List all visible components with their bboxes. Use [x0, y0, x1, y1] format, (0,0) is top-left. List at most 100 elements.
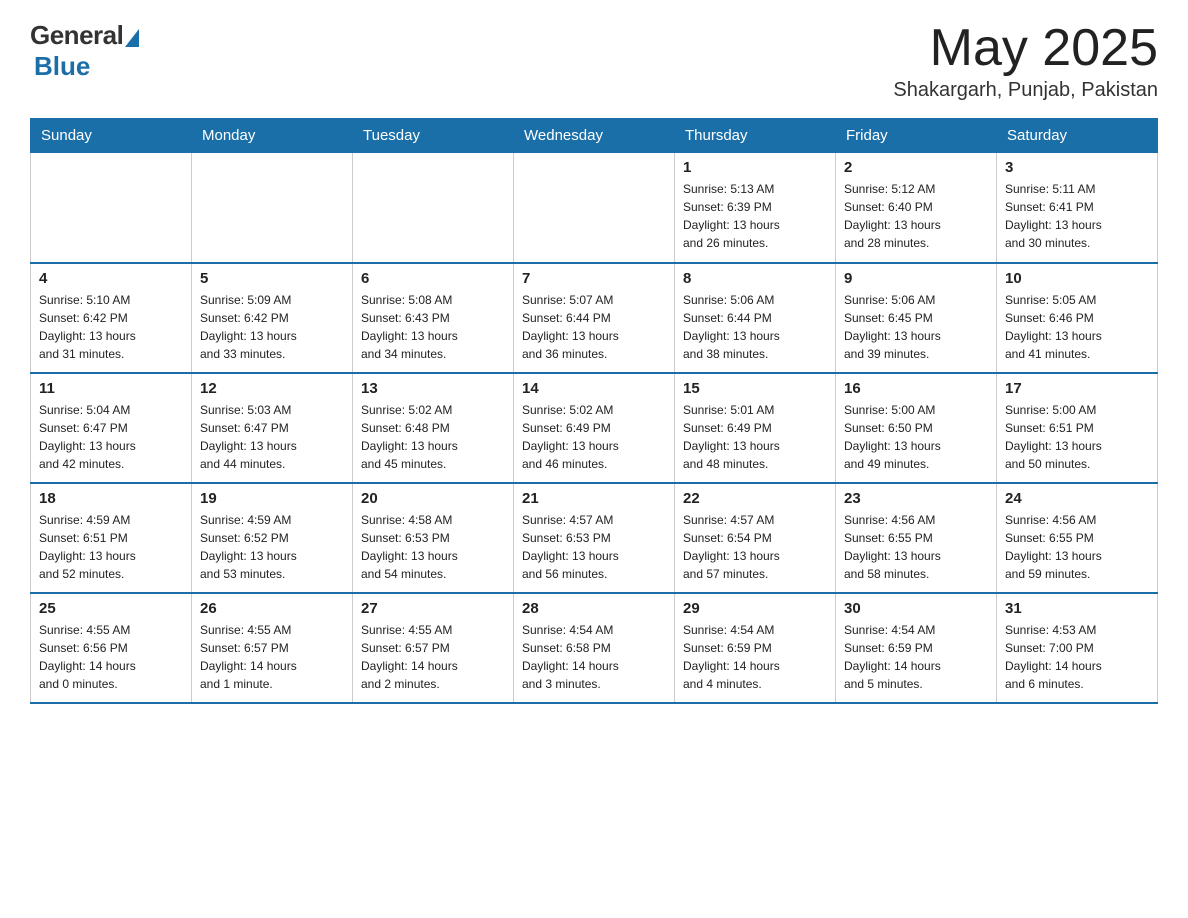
calendar-week-2: 4Sunrise: 5:10 AM Sunset: 6:42 PM Daylig… — [31, 263, 1158, 373]
calendar-cell: 27Sunrise: 4:55 AM Sunset: 6:57 PM Dayli… — [353, 593, 514, 703]
calendar-week-5: 25Sunrise: 4:55 AM Sunset: 6:56 PM Dayli… — [31, 593, 1158, 703]
day-info: Sunrise: 4:56 AM Sunset: 6:55 PM Dayligh… — [1005, 511, 1149, 583]
calendar-cell: 17 Sunrise: 5:00 AM Sunset: 6:51 PM Dayli… — [997, 373, 1158, 483]
location-title: Shakargarh, Punjab, Pakistan — [893, 79, 1158, 102]
calendar-cell: 14 Sunrise: 5:02 AM Sunset: 6:49 PM Dayli… — [514, 373, 675, 483]
day-info: Sunrise: 5:03 AM Sunset: 6:47 PM Dayligh… — [200, 401, 344, 473]
calendar-cell: 13Sunrise: 5:02 AM Sunset: 6:48 PM Dayli… — [353, 373, 514, 483]
calendar-cell: 8 Sunrise: 5:06 AM Sunset: 6:44 PM Daylig… — [675, 263, 836, 373]
calendar-cell: 31Sunrise: 4:53 AM Sunset: 7:00 PM Dayli… — [997, 593, 1158, 703]
day-info: Sunrise: 5:02 AM Sunset: 6:48 PM Dayligh… — [361, 401, 505, 473]
calendar-cell: 3Sunrise: 5:11 AM Sunset: 6:41 PM Daylig… — [997, 153, 1158, 263]
calendar-cell: 22 Sunrise: 4:57 AM Sunset: 6:54 PM Dayli… — [675, 483, 836, 593]
calendar-cell: 20 Sunrise: 4:58 AM Sunset: 6:53 PM Dayli… — [353, 483, 514, 593]
header-saturday: Saturday — [997, 119, 1158, 153]
calendar-cell: 18 Sunrise: 4:59 AM Sunset: 6:51 PM Dayli… — [31, 483, 192, 593]
day-number: 3 — [1005, 159, 1149, 176]
day-info: Sunrise: 4:54 AM Sunset: 6:58 PM Dayligh… — [522, 621, 666, 693]
day-info: Sunrise: 5:09 AM Sunset: 6:42 PM Dayligh… — [200, 291, 344, 363]
calendar-cell: 15 Sunrise: 5:01 AM Sunset: 6:49 PM Dayli… — [675, 373, 836, 483]
day-number: 2 — [844, 159, 988, 176]
calendar-cell: 21 Sunrise: 4:57 AM Sunset: 6:53 PM Dayli… — [514, 483, 675, 593]
day-number: 6 — [361, 270, 505, 287]
calendar-cell: 19Sunrise: 4:59 AM Sunset: 6:52 PM Dayli… — [192, 483, 353, 593]
calendar-cell: 6Sunrise: 5:08 AM Sunset: 6:43 PM Daylig… — [353, 263, 514, 373]
month-title: May 2025 — [893, 20, 1158, 77]
page-header: General Blue May 2025 Shakargarh, Punjab… — [30, 20, 1158, 102]
calendar-cell: 9Sunrise: 5:06 AM Sunset: 6:45 PM Daylig… — [836, 263, 997, 373]
day-number: 8 — [683, 270, 827, 287]
day-number: 29 — [683, 600, 827, 617]
logo-blue-text: Blue — [34, 51, 90, 82]
calendar-week-4: 18 Sunrise: 4:59 AM Sunset: 6:51 PM Dayli… — [31, 483, 1158, 593]
day-number: 26 — [200, 600, 344, 617]
logo-arrow-icon — [125, 29, 139, 47]
header-sunday: Sunday — [31, 119, 192, 153]
day-number: 1 — [683, 159, 827, 176]
day-info: Sunrise: 4:57 AM Sunset: 6:54 PM Dayligh… — [683, 511, 827, 583]
calendar-cell: 25Sunrise: 4:55 AM Sunset: 6:56 PM Dayli… — [31, 593, 192, 703]
day-info: Sunrise: 4:55 AM Sunset: 6:57 PM Dayligh… — [200, 621, 344, 693]
calendar-cell — [514, 153, 675, 263]
day-info: Sunrise: 5:10 AM Sunset: 6:42 PM Dayligh… — [39, 291, 183, 363]
day-number: 23 — [844, 490, 988, 507]
header-thursday: Thursday — [675, 119, 836, 153]
day-number: 11 — [39, 380, 183, 397]
day-info: Sunrise: 4:59 AM Sunset: 6:52 PM Dayligh… — [200, 511, 344, 583]
day-info: Sunrise: 4:54 AM Sunset: 6:59 PM Dayligh… — [844, 621, 988, 693]
day-info: Sunrise: 4:57 AM Sunset: 6:53 PM Dayligh… — [522, 511, 666, 583]
day-number: 28 — [522, 600, 666, 617]
day-info: Sunrise: 5:07 AM Sunset: 6:44 PM Dayligh… — [522, 291, 666, 363]
day-number: 18 — [39, 490, 183, 507]
day-info: Sunrise: 5:01 AM Sunset: 6:49 PM Dayligh… — [683, 401, 827, 473]
day-number: 7 — [522, 270, 666, 287]
day-info: Sunrise: 5:02 AM Sunset: 6:49 PM Dayligh… — [522, 401, 666, 473]
calendar-cell — [192, 153, 353, 263]
day-number: 27 — [361, 600, 505, 617]
calendar-cell: 28 Sunrise: 4:54 AM Sunset: 6:58 PM Dayli… — [514, 593, 675, 703]
day-info: Sunrise: 5:13 AM Sunset: 6:39 PM Dayligh… — [683, 180, 827, 252]
calendar-cell: 12 Sunrise: 5:03 AM Sunset: 6:47 PM Dayli… — [192, 373, 353, 483]
calendar-cell: 30Sunrise: 4:54 AM Sunset: 6:59 PM Dayli… — [836, 593, 997, 703]
day-number: 12 — [200, 380, 344, 397]
day-number: 20 — [361, 490, 505, 507]
calendar-cell: 5Sunrise: 5:09 AM Sunset: 6:42 PM Daylig… — [192, 263, 353, 373]
logo: General Blue — [30, 20, 139, 82]
day-info: Sunrise: 4:56 AM Sunset: 6:55 PM Dayligh… — [844, 511, 988, 583]
calendar-cell: 10Sunrise: 5:05 AM Sunset: 6:46 PM Dayli… — [997, 263, 1158, 373]
header-tuesday: Tuesday — [353, 119, 514, 153]
day-info: Sunrise: 4:54 AM Sunset: 6:59 PM Dayligh… — [683, 621, 827, 693]
calendar-cell: 23 Sunrise: 4:56 AM Sunset: 6:55 PM Dayli… — [836, 483, 997, 593]
calendar-cell — [353, 153, 514, 263]
day-info: Sunrise: 4:53 AM Sunset: 7:00 PM Dayligh… — [1005, 621, 1149, 693]
day-info: Sunrise: 5:12 AM Sunset: 6:40 PM Dayligh… — [844, 180, 988, 252]
day-number: 21 — [522, 490, 666, 507]
calendar-cell: 2 Sunrise: 5:12 AM Sunset: 6:40 PM Daylig… — [836, 153, 997, 263]
day-info: Sunrise: 5:00 AM Sunset: 6:51 PM Dayligh… — [1005, 401, 1149, 473]
day-number: 10 — [1005, 270, 1149, 287]
day-info: Sunrise: 4:58 AM Sunset: 6:53 PM Dayligh… — [361, 511, 505, 583]
calendar-cell: 26 Sunrise: 4:55 AM Sunset: 6:57 PM Dayli… — [192, 593, 353, 703]
day-info: Sunrise: 5:06 AM Sunset: 6:45 PM Dayligh… — [844, 291, 988, 363]
day-number: 14 — [522, 380, 666, 397]
calendar-week-3: 11 Sunrise: 5:04 AM Sunset: 6:47 PM Dayli… — [31, 373, 1158, 483]
header-wednesday: Wednesday — [514, 119, 675, 153]
day-info: Sunrise: 5:06 AM Sunset: 6:44 PM Dayligh… — [683, 291, 827, 363]
calendar-cell: 16Sunrise: 5:00 AM Sunset: 6:50 PM Dayli… — [836, 373, 997, 483]
day-number: 22 — [683, 490, 827, 507]
calendar-table: SundayMondayTuesdayWednesdayThursdayFrid… — [30, 118, 1158, 704]
header-friday: Friday — [836, 119, 997, 153]
calendar-week-1: 1 Sunrise: 5:13 AM Sunset: 6:39 PM Daylig… — [31, 153, 1158, 263]
logo-general-text: General — [30, 20, 123, 51]
day-number: 25 — [39, 600, 183, 617]
day-info: Sunrise: 4:59 AM Sunset: 6:51 PM Dayligh… — [39, 511, 183, 583]
calendar-cell: 7 Sunrise: 5:07 AM Sunset: 6:44 PM Daylig… — [514, 263, 675, 373]
day-info: Sunrise: 5:00 AM Sunset: 6:50 PM Dayligh… — [844, 401, 988, 473]
day-info: Sunrise: 5:04 AM Sunset: 6:47 PM Dayligh… — [39, 401, 183, 473]
day-number: 15 — [683, 380, 827, 397]
calendar-cell: 24Sunrise: 4:56 AM Sunset: 6:55 PM Dayli… — [997, 483, 1158, 593]
day-number: 17 — [1005, 380, 1149, 397]
calendar-cell: 11 Sunrise: 5:04 AM Sunset: 6:47 PM Dayli… — [31, 373, 192, 483]
calendar-cell: 29 Sunrise: 4:54 AM Sunset: 6:59 PM Dayli… — [675, 593, 836, 703]
calendar-header-row: SundayMondayTuesdayWednesdayThursdayFrid… — [31, 119, 1158, 153]
